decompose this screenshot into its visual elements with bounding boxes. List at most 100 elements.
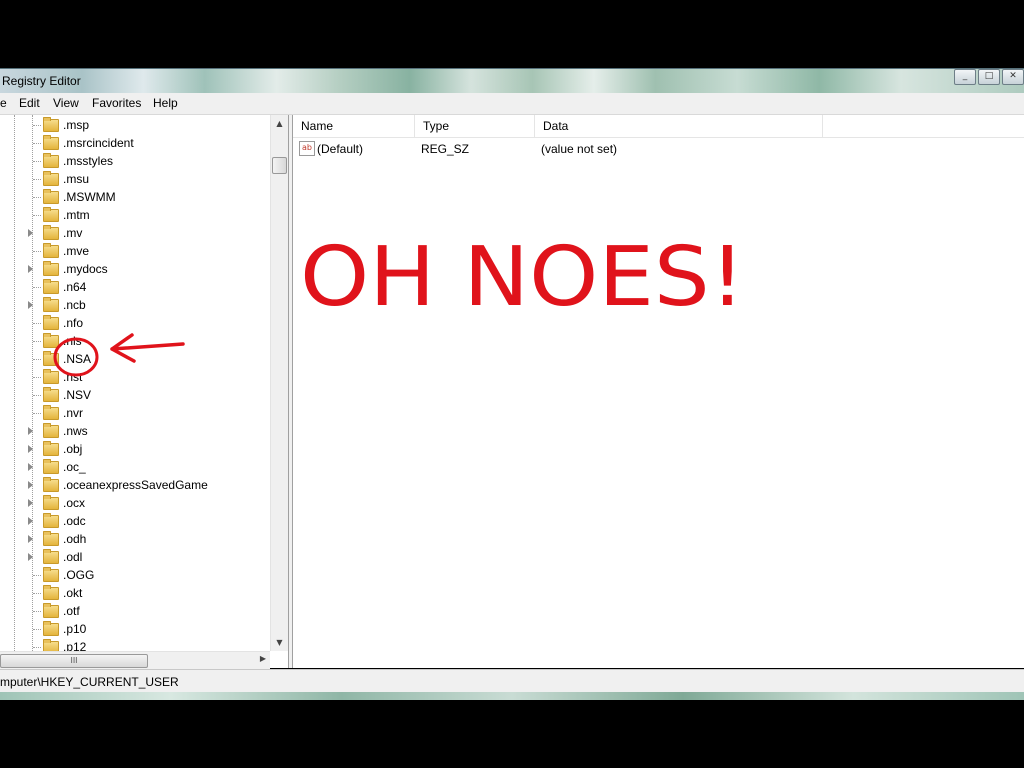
tree-item[interactable]: .ncb (0, 296, 270, 314)
scroll-right-arrow-icon[interactable]: ▶ (260, 654, 266, 663)
expand-arrow-icon[interactable] (28, 499, 33, 507)
expand-arrow-icon[interactable] (28, 301, 33, 309)
tree-item-label: .nst (63, 370, 83, 384)
folder-icon (43, 261, 59, 276)
expand-arrow-icon[interactable] (28, 445, 33, 453)
tree-branch-line (33, 125, 41, 126)
tree-branch-line (33, 341, 41, 342)
tree-item[interactable]: .msu (0, 170, 270, 188)
tree-item[interactable]: .mtm (0, 206, 270, 224)
tree-item-label: .OGG (63, 568, 95, 582)
tree-branch-line (33, 215, 41, 216)
tree-item[interactable]: .msstyles (0, 152, 270, 170)
tree-item-label: .ocx (63, 496, 86, 510)
scroll-down-arrow-icon[interactable]: ▼ (271, 634, 288, 651)
menu-file[interactable]: e (0, 96, 7, 110)
status-bar: mputer\HKEY_CURRENT_USER (0, 669, 1024, 692)
close-button[interactable]: ✕ (1002, 69, 1024, 85)
tree-item[interactable]: .mve (0, 242, 270, 260)
tree-item-label: .MSWMM (63, 190, 116, 204)
tree-item-label: .NSV (63, 388, 92, 402)
list-item[interactable]: ab (Default) REG_SZ (value not set) (293, 140, 1024, 158)
tree-item[interactable]: .okt (0, 584, 270, 602)
folder-icon (43, 243, 59, 258)
expand-arrow-icon[interactable] (28, 427, 33, 435)
tree-item[interactable]: .msrcincident (0, 134, 270, 152)
registry-tree-pane: .msp .msrcincident .msstyles .msu .MSWMM .mtm… (0, 115, 289, 669)
tree-item[interactable]: .obj (0, 440, 270, 458)
tree-item[interactable]: .odc (0, 512, 270, 530)
minimize-button[interactable]: _ (954, 69, 976, 85)
column-header-data[interactable]: Data (535, 115, 823, 137)
tree-item[interactable]: .odl (0, 548, 270, 566)
tree-item-label: .msu (63, 172, 90, 186)
folder-icon (43, 207, 59, 222)
tree-item[interactable]: .mydocs (0, 260, 270, 278)
tree-item[interactable]: .nws (0, 422, 270, 440)
expand-arrow-icon[interactable] (28, 229, 33, 237)
tree-item-label: .msstyles (63, 154, 114, 168)
tree-item-label: .nws (63, 424, 88, 438)
tree-item[interactable]: .oc_ (0, 458, 270, 476)
tree-item-label: .mtm (63, 208, 90, 222)
scroll-up-arrow-icon[interactable]: ▲ (271, 115, 288, 132)
menu-help[interactable]: Help (153, 96, 178, 110)
tree-branch-line (33, 179, 41, 180)
tree-vertical-scrollbar[interactable]: ▲ ▼ (270, 115, 288, 651)
expand-arrow-icon[interactable] (28, 517, 33, 525)
tree-item-label: .p10 (63, 622, 87, 636)
menu-edit[interactable]: Edit (19, 96, 40, 110)
tree-item-label: .nvr (63, 406, 84, 420)
tree-item[interactable]: .mv (0, 224, 270, 242)
column-header-name[interactable]: Name (293, 115, 415, 137)
tree-item[interactable]: .oceanexpressSavedGame (0, 476, 270, 494)
hscroll-thumb[interactable]: III (0, 654, 148, 668)
tree-item[interactable]: .p10 (0, 620, 270, 638)
expand-arrow-icon[interactable] (28, 265, 33, 273)
title-bar: Registry Editor _ □ ✕ (0, 68, 1024, 93)
folder-icon (43, 603, 59, 618)
folder-icon (43, 513, 59, 528)
expand-arrow-icon[interactable] (28, 463, 33, 471)
scroll-thumb[interactable] (272, 157, 287, 174)
folder-icon (43, 333, 59, 348)
tree-item[interactable]: .OGG (0, 566, 270, 584)
folder-icon (43, 477, 59, 492)
menu-view[interactable]: View (53, 96, 79, 110)
tree-item[interactable]: .odh (0, 530, 270, 548)
expand-arrow-icon[interactable] (28, 553, 33, 561)
tree-item[interactable]: .ocx (0, 494, 270, 512)
menu-favorites[interactable]: Favorites (92, 96, 141, 110)
tree-item-label: .nfo (63, 316, 84, 330)
maximize-button[interactable]: □ (978, 69, 1000, 85)
tree-horizontal-scrollbar[interactable]: III ▶ (0, 651, 270, 669)
tree-item-label: .obj (63, 442, 83, 456)
tree-item[interactable]: .nvr (0, 404, 270, 422)
tree-item-label: .oc_ (63, 460, 86, 474)
tree-item[interactable]: .msp (0, 116, 270, 134)
tree-item[interactable]: .MSWMM (0, 188, 270, 206)
tree-item-label: .mv (63, 226, 83, 240)
tree-item[interactable]: .NSV (0, 386, 270, 404)
tree-item[interactable]: .nfo (0, 314, 270, 332)
tree-item[interactable]: .p12 (0, 638, 270, 651)
folder-icon (43, 549, 59, 564)
column-header-type[interactable]: Type (415, 115, 535, 137)
expand-arrow-icon[interactable] (28, 481, 33, 489)
tree-branch-line (33, 143, 41, 144)
folder-icon (43, 225, 59, 240)
tree-item-label: .mydocs (63, 262, 108, 276)
tree-item[interactable]: .nst (0, 368, 270, 386)
folder-icon (43, 351, 59, 366)
expand-arrow-icon[interactable] (28, 535, 33, 543)
folder-icon (43, 405, 59, 420)
tree-item-label: .okt (63, 586, 83, 600)
tree-item-label: .odh (63, 532, 87, 546)
tree-item[interactable]: .nls (0, 332, 270, 350)
tree-item[interactable]: .otf (0, 602, 270, 620)
folder-icon (43, 315, 59, 330)
tree-item[interactable]: .n64 (0, 278, 270, 296)
tree-item[interactable]: .NSA (0, 350, 270, 368)
tree-branch-line (33, 413, 41, 414)
tree-branch-line (33, 197, 41, 198)
